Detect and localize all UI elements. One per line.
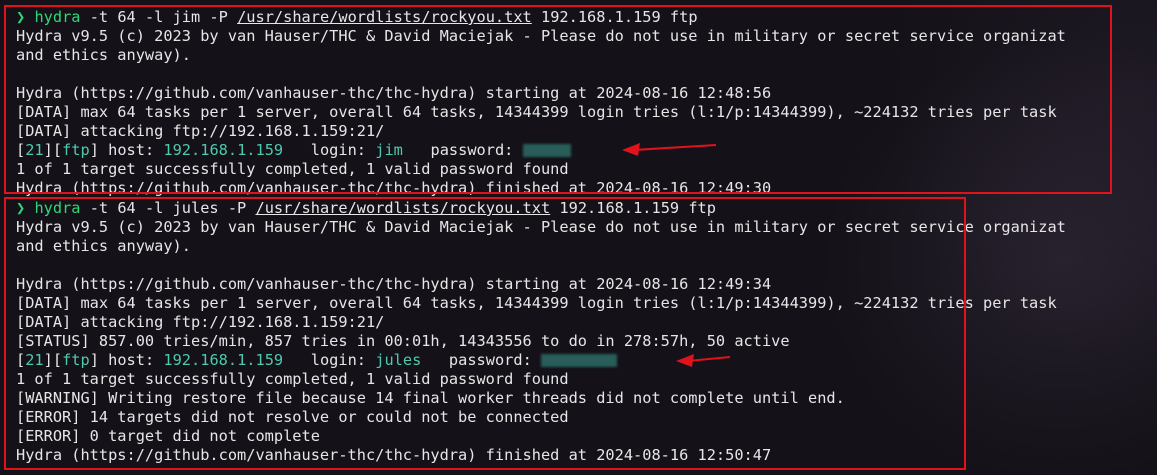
redacted-password: [522, 144, 571, 157]
warning-line: [WARNING] Writing restore file because 1…: [16, 389, 845, 407]
completed-line: 1 of 1 target successfully completed, 1 …: [16, 160, 569, 178]
command-line: ❯ hydra -t 64 -l jim -P /usr/share/wordl…: [16, 8, 698, 27]
error-line: [ERROR] 14 targets did not resolve or co…: [16, 408, 569, 426]
completed-line: 1 of 1 target successfully completed, 1 …: [16, 370, 569, 388]
banner-line: Hydra v9.5 (c) 2023 by van Hauser/THC & …: [16, 27, 1066, 45]
command-args: -t 64 -l jim -P: [80, 8, 238, 26]
result-service: ftp: [62, 351, 90, 369]
prompt-chevron-icon: ❯: [16, 199, 26, 217]
result-host: 192.168.1.159: [163, 351, 284, 369]
result-port: 21: [25, 141, 44, 159]
terminal-output: ❯ hydra -t 64 -l jim -P /usr/share/wordl…: [0, 0, 1157, 475]
command-name: hydra: [34, 8, 81, 26]
banner-line: and ethics anyway).: [16, 46, 191, 64]
command-target: 192.168.1.159 ftp: [550, 199, 716, 217]
result-service: ftp: [62, 141, 90, 159]
result-host: 192.168.1.159: [163, 141, 284, 159]
banner-line: and ethics anyway).: [16, 237, 191, 255]
start-line: Hydra (https://github.com/vanhauser-thc/…: [16, 275, 772, 293]
result-port: 21: [25, 351, 44, 369]
command-name: hydra: [34, 199, 81, 217]
wordlist-path: /usr/share/wordlists/rockyou.txt: [237, 8, 532, 26]
prompt-chevron-icon: ❯: [16, 8, 26, 26]
result-line: [21][ftp] host: 192.168.1.159 login: jul…: [16, 351, 618, 370]
wordlist-path: /usr/share/wordlists/rockyou.txt: [255, 199, 551, 217]
data-tasks-line: [DATA] max 64 tasks per 1 server, overal…: [16, 294, 1057, 312]
data-attacking-line: [DATA] attacking ftp://192.168.1.159:21/: [16, 313, 385, 331]
result-line: [21][ftp] host: 192.168.1.159 login: jim…: [16, 141, 571, 160]
status-line: [STATUS] 857.00 tries/min, 857 tries in …: [16, 332, 790, 350]
command-target: 192.168.1.159 ftp: [531, 8, 698, 26]
redacted-password: [541, 354, 618, 367]
banner-line: Hydra v9.5 (c) 2023 by van Hauser/THC & …: [16, 218, 1066, 236]
start-line: Hydra (https://github.com/vanhauser-thc/…: [16, 84, 772, 102]
command-line: ❯ hydra -t 64 -l jules -P /usr/share/wor…: [16, 199, 716, 218]
result-login: jim: [375, 141, 403, 159]
finished-line: Hydra (https://github.com/vanhauser-thc/…: [16, 446, 772, 464]
error-line: [ERROR] 0 target did not complete: [16, 427, 320, 445]
finished-line: Hydra (https://github.com/vanhauser-thc/…: [16, 179, 772, 197]
data-tasks-line: [DATA] max 64 tasks per 1 server, overal…: [16, 103, 1057, 121]
result-login: jules: [375, 351, 422, 369]
data-attacking-line: [DATA] attacking ftp://192.168.1.159:21/: [16, 122, 385, 140]
command-args: -t 64 -l jules -P: [80, 199, 256, 217]
